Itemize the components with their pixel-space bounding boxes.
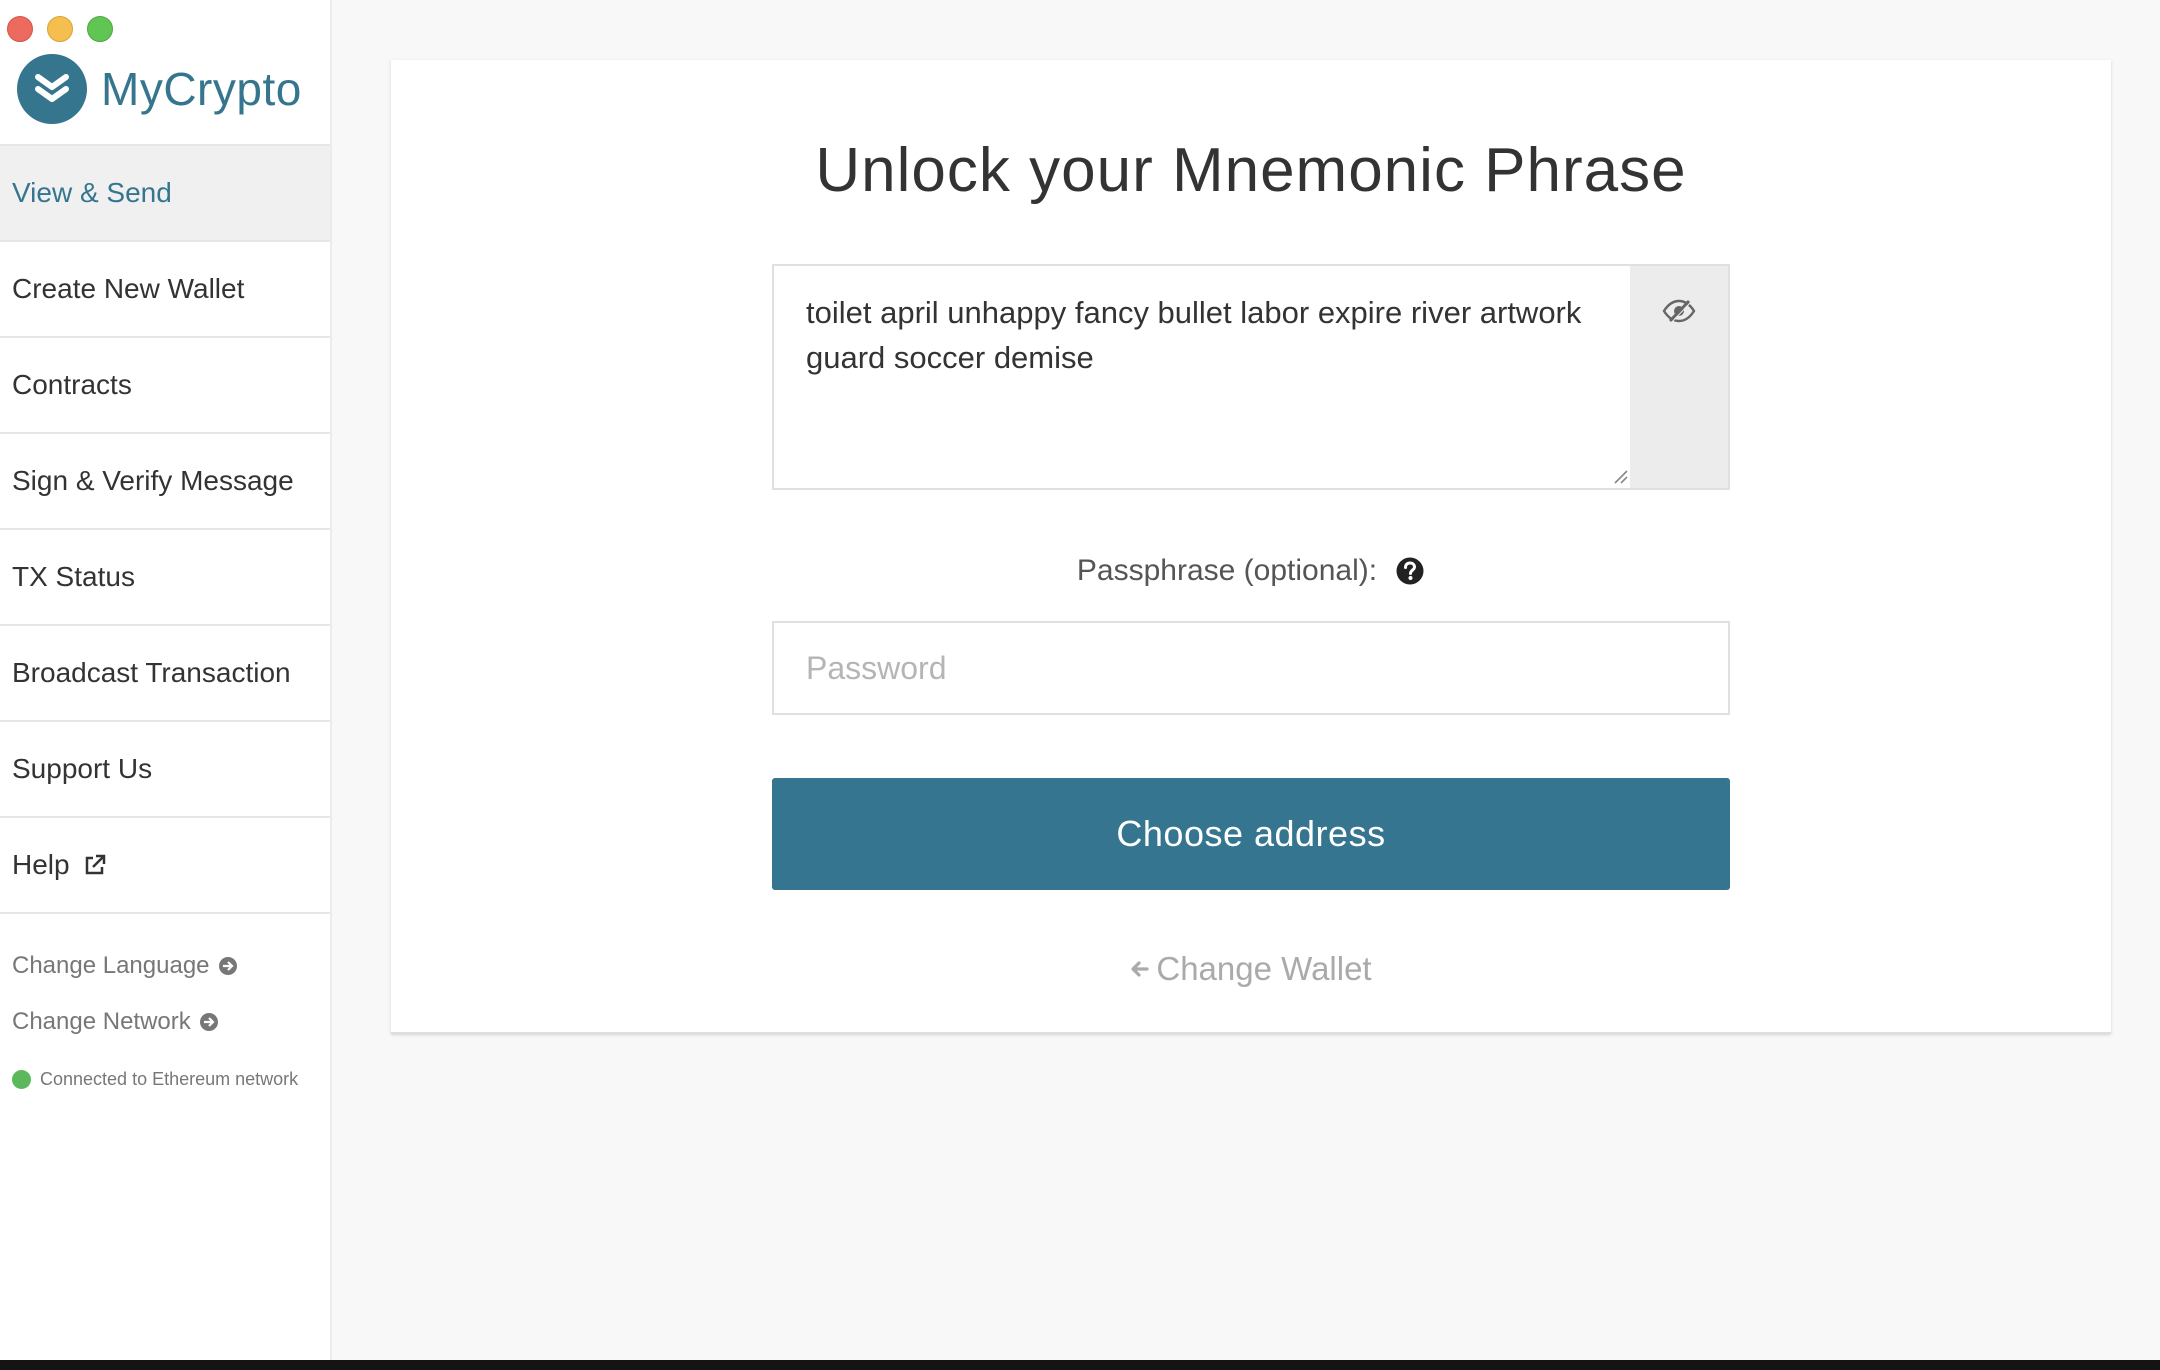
sidebar-item-label: Broadcast Transaction — [12, 657, 291, 688]
choose-address-button[interactable]: Choose address — [772, 778, 1730, 890]
status-indicator-icon — [12, 1070, 31, 1089]
change-wallet-link[interactable]: Change Wallet — [391, 950, 2111, 988]
password-input[interactable] — [772, 621, 1730, 715]
sidebar-item-support-us[interactable]: Support Us — [0, 722, 330, 818]
sidebar-item-label: Sign & Verify Message — [12, 465, 294, 496]
passphrase-label-row: Passphrase (optional): — [391, 554, 2111, 588]
sidebar: MyCrypto View & Send Create New Wallet C… — [0, 0, 332, 1360]
sidebar-item-broadcast-transaction[interactable]: Broadcast Transaction — [0, 626, 330, 722]
passphrase-label: Passphrase (optional): — [1076, 554, 1378, 587]
arrow-circle-right-icon — [199, 1012, 219, 1032]
brand-logo[interactable]: MyCrypto — [17, 54, 302, 124]
zoom-window-button[interactable] — [87, 16, 113, 42]
sidebar-item-create-new-wallet[interactable]: Create New Wallet — [0, 242, 330, 338]
sidebar-item-tx-status[interactable]: TX Status — [0, 530, 330, 626]
change-language-label: Change Language — [12, 952, 210, 979]
status-text: Connected to Ethereum network — [40, 1069, 299, 1089]
sidebar-item-label: TX Status — [12, 561, 135, 592]
sidebar-item-label: Support Us — [12, 753, 153, 784]
brand-name: MyCrypto — [101, 63, 302, 115]
change-language-link[interactable]: Change Language — [12, 938, 238, 994]
close-window-button[interactable] — [7, 16, 33, 42]
arrow-left-icon — [1130, 959, 1150, 979]
arrow-circle-right-icon — [218, 956, 238, 976]
sidebar-item-label: View & Send — [12, 177, 172, 208]
sidebar-item-label: Contracts — [12, 369, 132, 400]
toggle-visibility-button[interactable] — [1630, 266, 1728, 488]
change-network-label: Change Network — [12, 1008, 191, 1035]
app-window: MyCrypto View & Send Create New Wallet C… — [0, 0, 2160, 1360]
sidebar-item-contracts[interactable]: Contracts — [0, 338, 330, 434]
eye-slash-icon — [1662, 298, 1696, 488]
sidebar-item-help[interactable]: Help — [0, 818, 330, 914]
network-status: Connected to Ethereum network — [12, 1069, 298, 1090]
sidebar-item-label: Create New Wallet — [12, 273, 245, 304]
mycrypto-logo-icon — [17, 54, 87, 124]
mnemonic-textarea[interactable] — [774, 266, 1632, 488]
bottom-edge — [0, 1360, 2160, 1370]
page-title: Unlock your Mnemonic Phrase — [815, 136, 1687, 205]
sidebar-item-view-send[interactable]: View & Send — [0, 146, 330, 242]
sidebar-item-label: Help — [12, 849, 70, 880]
external-link-icon — [82, 852, 108, 878]
question-circle-icon[interactable] — [1395, 556, 1425, 586]
change-network-link[interactable]: Change Network — [12, 994, 238, 1050]
sidebar-nav: View & Send Create New Wallet Contracts … — [0, 144, 330, 914]
settings-links: Change Language Change Network — [12, 938, 238, 1050]
mnemonic-field — [772, 264, 1730, 490]
resize-handle-icon[interactable] — [1612, 468, 1628, 484]
sidebar-item-sign-verify-message[interactable]: Sign & Verify Message — [0, 434, 330, 530]
minimize-window-button[interactable] — [47, 16, 73, 42]
change-wallet-label: Change Wallet — [1156, 950, 1372, 987]
unlock-card: Unlock your Mnemonic Phrase toilet april… — [391, 60, 2111, 1034]
